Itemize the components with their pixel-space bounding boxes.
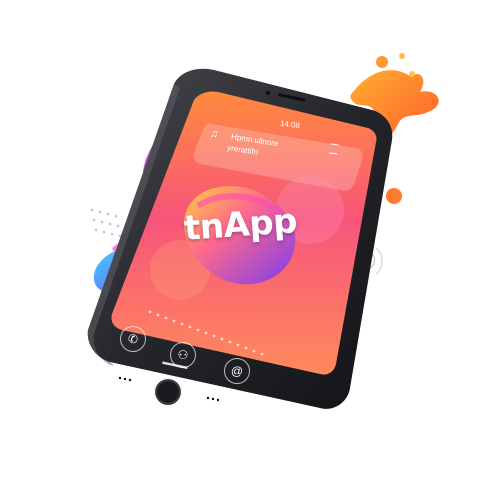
- notification-line-2: yrerattifn: [226, 143, 259, 157]
- person-icon: ⚇: [177, 348, 189, 362]
- front-camera: [266, 91, 270, 95]
- home-button: [155, 379, 181, 405]
- phone-button[interactable]: ✆: [120, 326, 146, 352]
- hero-illustration: 14:08 ♫ Hpmn ullnore yrerattifn tnApp ✆ …: [0, 0, 500, 500]
- app-logo: tnApp: [182, 201, 299, 249]
- notification[interactable]: ♫ Hpmn ullnore yrerattifn: [206, 127, 346, 168]
- contacts-button[interactable]: ⚇: [170, 342, 196, 368]
- music-note-icon: ♫: [209, 127, 220, 141]
- background-splashes: [87, 53, 439, 409]
- mail-button[interactable]: @: [224, 358, 250, 384]
- phone-icon: ✆: [127, 332, 139, 346]
- at-icon: @: [230, 364, 244, 378]
- menu-icon[interactable]: [329, 143, 339, 155]
